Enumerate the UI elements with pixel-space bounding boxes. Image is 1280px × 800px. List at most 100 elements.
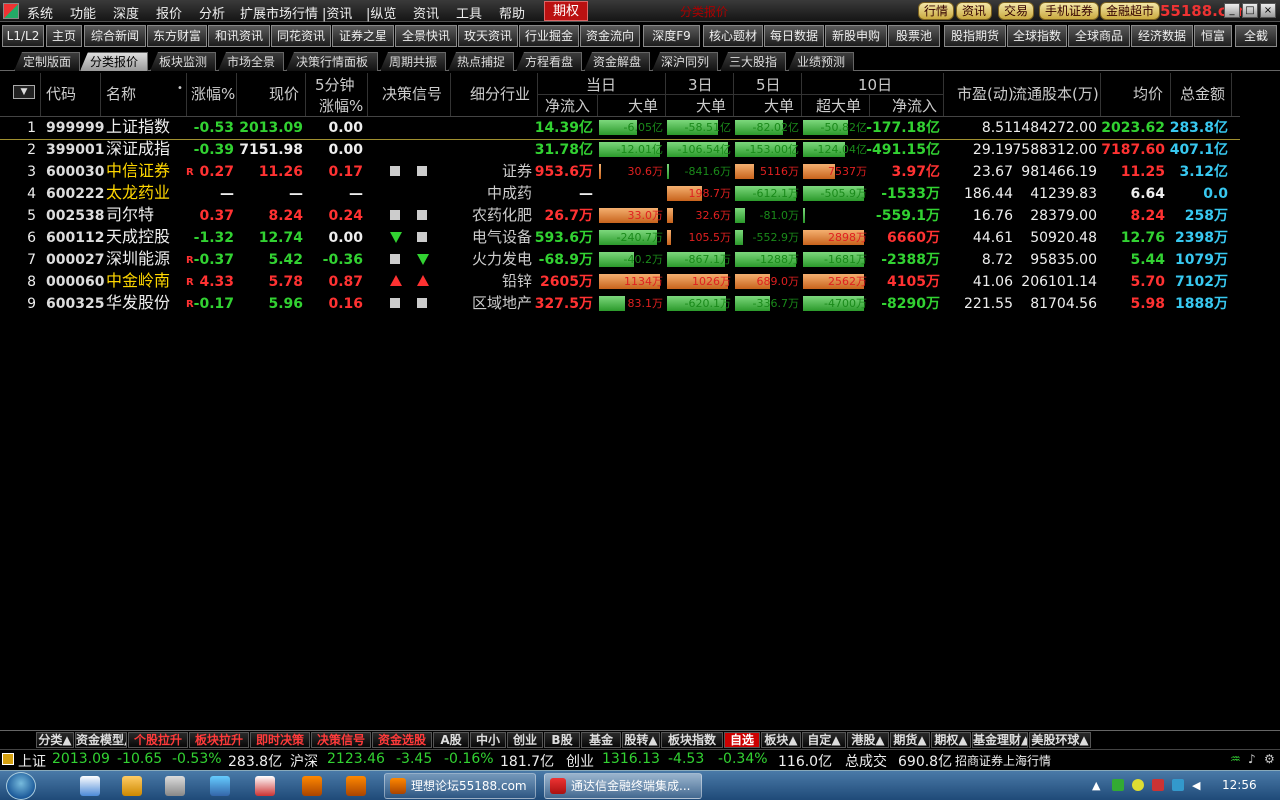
header-name[interactable]: 名称 [106,83,136,104]
bottom-tab[interactable]: 中小 [470,732,506,748]
bottom-tab[interactable]: 即时决策 [250,732,310,748]
tray-app-icon[interactable] [1132,779,1144,791]
header-net-inflow[interactable]: 净流入 [545,95,590,116]
table-row[interactable]: 4 600222 太龙药业 — — — 中成药 — 198.7万 -612.1万 -505.9万 -1… [0,183,1240,205]
bottom-tab[interactable]: 股转▲ [622,732,660,748]
header-industry[interactable]: 细分行业 [470,83,530,104]
bottom-tab[interactable]: 期权▲ [931,732,971,748]
tab-category-quote[interactable]: 分类报价 [80,52,148,71]
header-today[interactable]: 当日 [586,74,616,95]
stock-name[interactable]: 中信证券 [106,162,170,180]
minimize-icon[interactable]: _ [1224,3,1240,18]
app-icon[interactable] [210,776,230,796]
tray-up-icon[interactable]: ▲ [1092,779,1100,792]
stock-name[interactable]: 深圳能源 [106,250,170,268]
tray-app-icon[interactable] [1152,779,1164,791]
stock-name[interactable]: 太龙药业 [106,184,170,202]
ie-icon[interactable] [80,776,100,796]
bottom-tab[interactable]: B股 [544,732,580,748]
menu-options[interactable]: 期权 [544,1,589,21]
header-big-order-3[interactable]: 大单 [696,95,726,116]
screenshot-button[interactable]: 全截 [1235,25,1277,47]
header-amount[interactable]: 总金额 [1180,83,1225,104]
bottom-tab[interactable]: 基金理财▲ [972,732,1028,748]
industry-mining-button[interactable]: 行业掘金 [519,25,579,47]
menu-quote[interactable]: 报价 [156,3,182,22]
ipo-subscribe-button[interactable]: 新股申购 [825,25,887,47]
global-commodity-button[interactable]: 全球商品 [1068,25,1130,47]
menu-function[interactable]: 功能 [70,3,96,22]
bottom-tab[interactable]: 资金模型▲ [75,732,127,748]
quanjing-button[interactable]: 全景快讯 [395,25,457,47]
eastmoney-button[interactable]: 东方财富 [147,25,207,47]
bottom-tab[interactable]: 自定▲ [802,732,846,748]
stock-pool-button[interactable]: 股票池 [888,25,940,47]
sort-dropdown-icon[interactable]: ▼ [13,85,35,99]
home-button[interactable]: 主页 [46,25,82,47]
header-super-big[interactable]: 超大单 [816,95,861,116]
menu-extended-market[interactable]: 扩展市场行情 [240,3,318,22]
stock-name[interactable]: 中金岭南 [106,272,170,290]
header-float-shares[interactable]: 流通股本(万) [1012,83,1099,104]
menu-news[interactable]: 资讯 [413,3,439,22]
core-topic-button[interactable]: 核心题材 [703,25,763,47]
quote-button[interactable]: 行情 [918,2,955,20]
maximize-icon[interactable]: □ [1242,3,1258,18]
table-row[interactable]: 5 002538 司尔特 0.37 8.24 0.24 农药化肥 26.7万 33.0万 32.6… [0,205,1240,227]
stock-name[interactable]: 深证成指 [106,140,170,158]
hengfu-button[interactable]: 恒富 [1194,25,1232,47]
browser-icon[interactable] [302,776,322,796]
header-3day[interactable]: 3日 [688,74,713,95]
volume-icon[interactable]: ◀ [1192,779,1200,792]
bottom-tab[interactable]: 自选 [724,732,760,748]
tab-hotspot-capture[interactable]: 热点捕捉 [448,52,514,71]
table-row[interactable]: 2 399001 深证成指 -0.39 7151.98 0.00 31.78亿 -12.01亿… [0,139,1240,161]
meitian-button[interactable]: 玫天资讯 [458,25,518,47]
stock-name[interactable]: 司尔特 [106,206,154,224]
header-10day[interactable]: 10日 [858,74,892,95]
start-button-icon[interactable] [6,772,36,800]
menu-tools[interactable]: 工具 [456,3,482,22]
tab-custom-layout[interactable]: 定制版面 [14,52,80,71]
header-net-inflow-10[interactable]: 净流入 [892,95,937,116]
tab-three-indices[interactable]: 三大股指 [720,52,786,71]
tab-sz-sh-list[interactable]: 深沪同列 [652,52,718,71]
table-row[interactable]: 3 600030 中信证券 R 0.27 11.26 0.17 证券 953.6万 30.6万 -8… [0,161,1240,183]
table-row[interactable]: 1 999999 上证指数 -0.53 2013.09 0.00 14.39亿 -6.05亿 -… [0,117,1240,139]
tab-market-panorama[interactable]: 市场全景 [218,52,284,71]
bottom-tab[interactable]: 个股拉升 [128,732,188,748]
stock-name[interactable]: 天成控股 [106,228,170,246]
bottom-tab[interactable]: 板块指数 [661,732,723,748]
bottom-tab[interactable]: A股 [433,732,469,748]
table-row[interactable]: 8 000060 中金岭南 R 4.33 5.78 0.87 铅锌 2605万 1134万 1026… [0,271,1240,293]
close-icon[interactable]: × [1260,3,1276,18]
menu-system[interactable]: 系统 [27,3,53,22]
app-icon[interactable] [255,776,275,796]
menu-overview[interactable]: |纵览 [366,3,396,22]
table-row[interactable]: 7 000027 深圳能源 R -0.37 5.42 -0.36 火力发电 -68.9万 -40.… [0,249,1240,271]
daily-data-button[interactable]: 每日数据 [764,25,824,47]
finance-supermarket-button[interactable]: 金融超市 [1100,2,1161,20]
taskbar-window-terminal[interactable]: 通达信金融终端集成... [544,773,702,799]
settings-icon[interactable]: ⚙ [1264,752,1275,766]
bottom-tab[interactable]: 分类▲ [36,732,74,748]
economic-data-button[interactable]: 经济数据 [1131,25,1193,47]
header-price[interactable]: 现价 [269,83,299,104]
network-icon[interactable] [1172,779,1184,791]
table-row[interactable]: 9 600325 华发股份 R -0.17 5.96 0.16 区域地产 327.5万 83.1万… [0,293,1240,315]
header-5min-pct[interactable]: 涨幅% [319,95,363,116]
tab-capital-analysis[interactable]: 资金解盘 [584,52,650,71]
capital-flow-button[interactable]: 资金流向 [580,25,640,47]
level-toggle-button[interactable]: L1/L2 [2,25,44,47]
bottom-tab[interactable]: 资金选股 [372,732,432,748]
folder-icon[interactable] [122,776,142,796]
trade-button[interactable]: 交易 [998,2,1035,20]
index-futures-button[interactable]: 股指期货 [944,25,1006,47]
bottom-tab[interactable]: 期货▲ [890,732,930,748]
tray-app-icon[interactable] [1112,779,1124,791]
header-avg-price[interactable]: 均价 [1133,83,1163,104]
header-code[interactable]: 代码 [46,83,76,104]
stockstar-button[interactable]: 证券之星 [332,25,394,47]
bottom-tab[interactable]: 美股环球▲ [1029,732,1091,748]
speaker-icon[interactable]: ♪ [1248,752,1256,766]
